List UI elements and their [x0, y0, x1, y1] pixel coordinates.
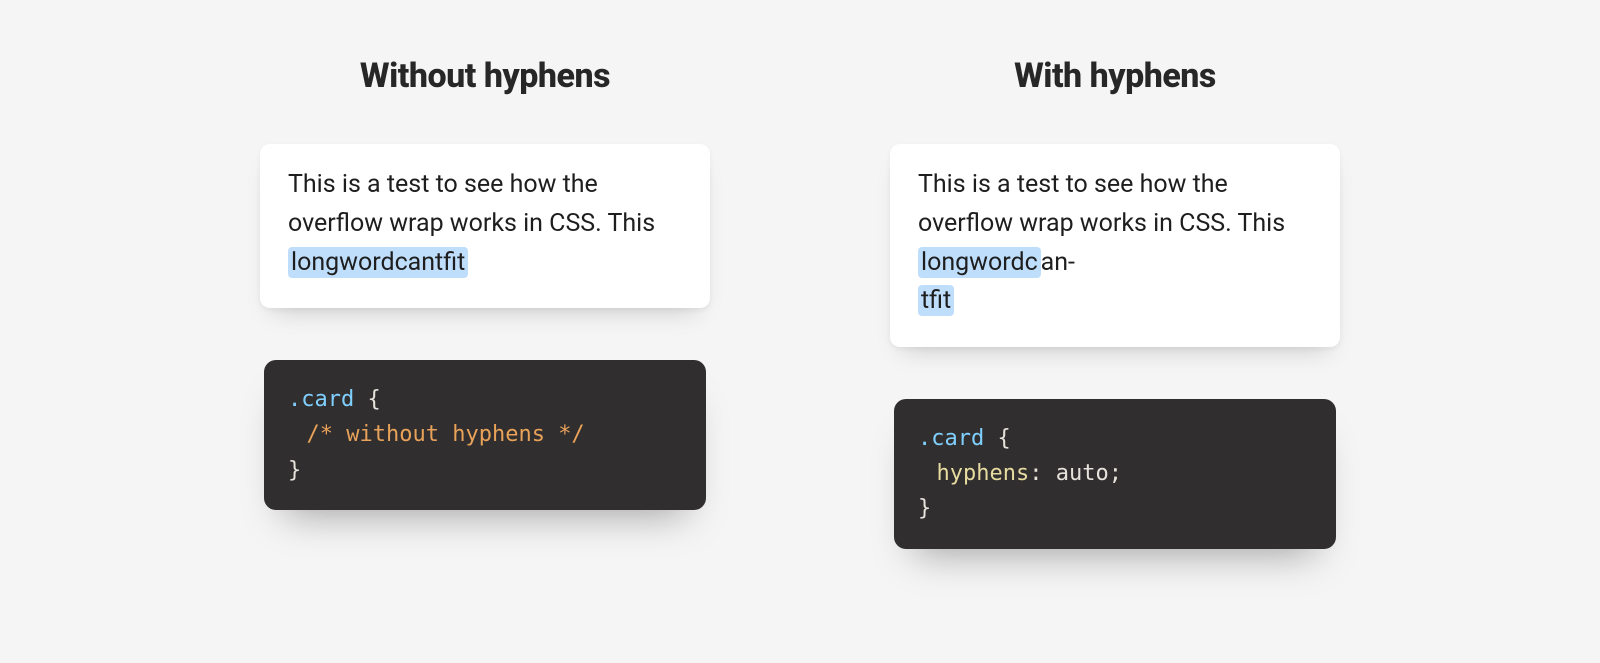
heading-without-hyphens: Without hyphens: [360, 56, 610, 96]
column-without-hyphens: Without hyphens This is a test to see ho…: [260, 56, 710, 549]
card-hyphen-break: an-: [1041, 248, 1075, 277]
card-text-before: This is a test to see how the overflow w…: [918, 170, 1285, 238]
code-line-1: .card {: [288, 382, 682, 417]
highlighted-long-word-part2: tfit: [918, 285, 954, 316]
code-value: : auto;: [1029, 461, 1122, 486]
code-open-brace: {: [984, 426, 1011, 451]
code-selector: .card: [288, 387, 354, 412]
code-line-3: }: [288, 453, 682, 488]
code-line-2: /* without hyphens */: [288, 417, 682, 452]
highlighted-long-word-part1: longwordc: [918, 247, 1041, 278]
comparison-stage: Without hyphens This is a test to see ho…: [0, 0, 1600, 549]
code-line-1: .card {: [918, 421, 1312, 456]
code-close-brace: }: [918, 496, 931, 521]
code-block-without-hyphens: .card { /* without hyphens */ }: [264, 360, 706, 510]
code-line-2: hyphens: auto;: [918, 456, 1312, 491]
code-property: hyphens: [937, 461, 1030, 486]
code-comment: /* without hyphens */: [307, 422, 585, 447]
highlighted-long-word: longwordcantfit: [288, 247, 468, 278]
code-open-brace: {: [354, 387, 381, 412]
code-close-brace: }: [288, 458, 301, 483]
code-block-with-hyphens: .card { hyphens: auto; }: [894, 399, 1336, 549]
column-with-hyphens: With hyphens This is a test to see how t…: [890, 56, 1340, 549]
card-text-before: This is a test to see how the overflow w…: [288, 170, 655, 238]
code-line-3: }: [918, 491, 1312, 526]
demo-card-without-hyphens: This is a test to see how the overflow w…: [260, 144, 710, 308]
code-selector: .card: [918, 426, 984, 451]
demo-card-with-hyphens: This is a test to see how the overflow w…: [890, 144, 1340, 347]
heading-with-hyphens: With hyphens: [1014, 56, 1216, 96]
